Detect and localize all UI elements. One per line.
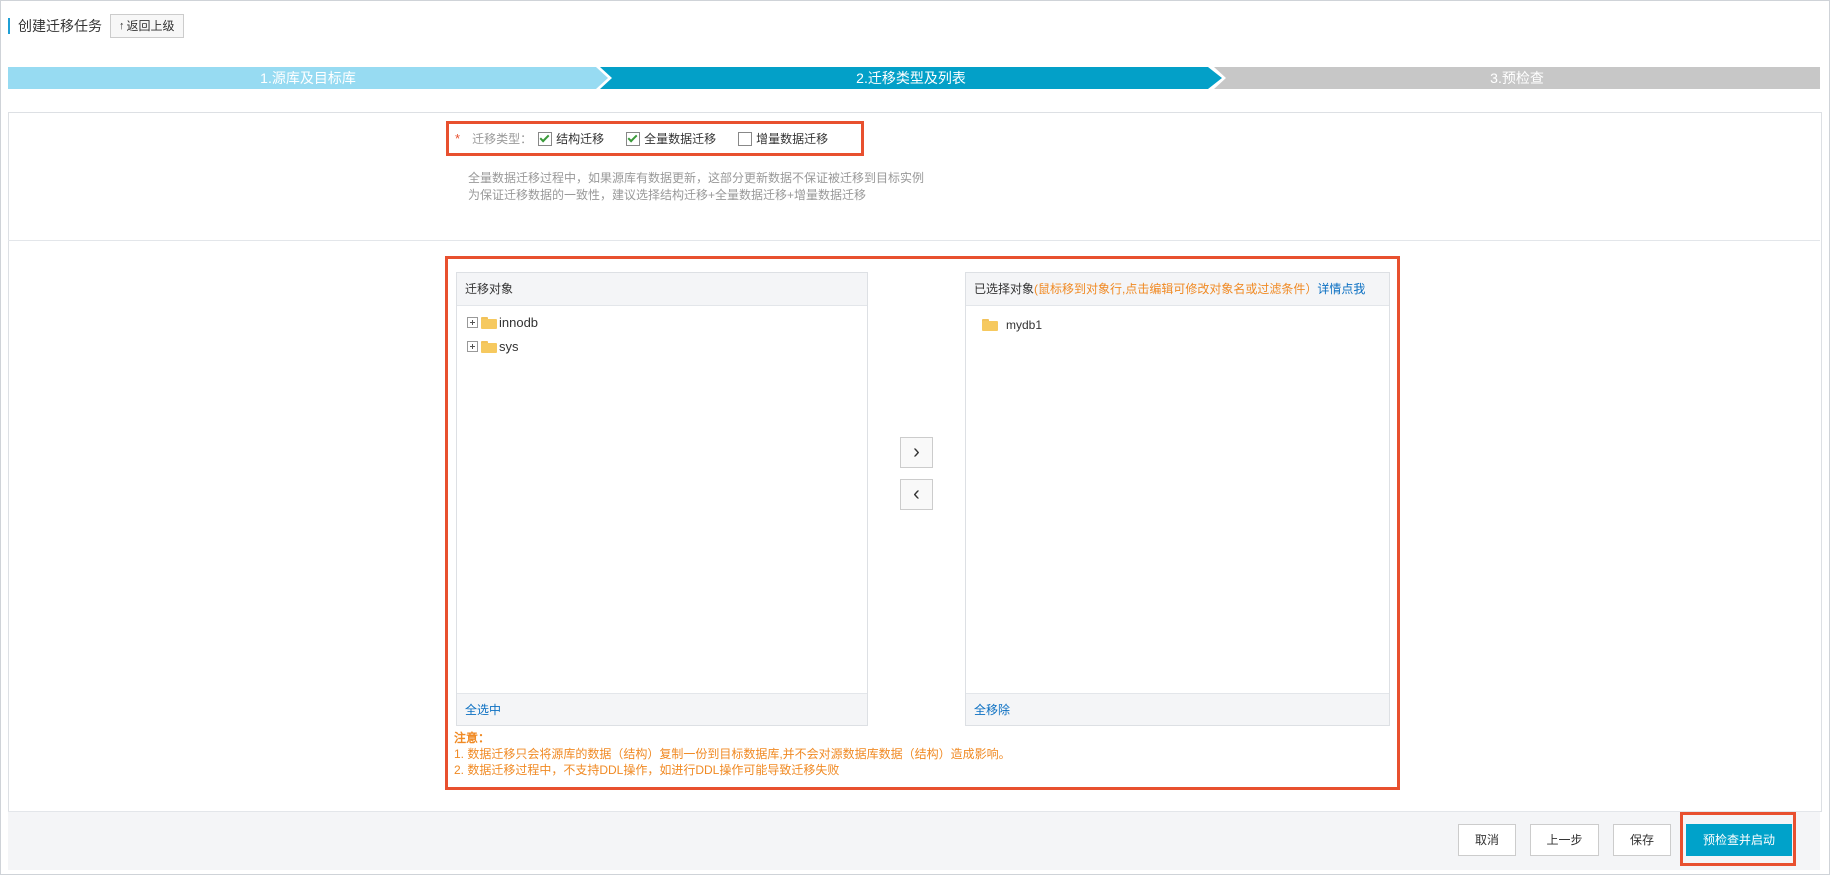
add-to-selected-button[interactable]: › xyxy=(900,437,933,468)
precheck-start-button[interactable]: 预检查并启动 xyxy=(1686,824,1792,856)
expand-icon[interactable] xyxy=(467,341,478,352)
selected-item-mydb1[interactable]: mydb1 xyxy=(982,318,1042,332)
required-mark: * xyxy=(455,131,461,146)
migration-notes: 注意： 1. 数据迁移只会将源库的数据（结构）复制一份到目标数据库,并不会对源数… xyxy=(454,730,1011,778)
chevron-left-icon: ‹ xyxy=(913,483,920,505)
checkbox-full-data-migration[interactable]: 全量数据迁移 xyxy=(626,130,716,147)
tree-item-label: sys xyxy=(499,339,519,354)
source-list-title: 迁移对象 xyxy=(457,273,867,306)
description-line: 为保证迁移数据的一致性，建议选择结构迁移+全量数据迁移+增量数据迁移 xyxy=(468,188,867,202)
step-migration-type: 2.迁移类型及列表 xyxy=(600,67,1222,89)
details-link[interactable]: 详情点我 xyxy=(1317,282,1365,296)
back-button[interactable]: ↑ 返回上级 xyxy=(110,14,184,38)
remove-all-link[interactable]: 全移除 xyxy=(966,693,1389,725)
folder-icon xyxy=(982,319,998,331)
migration-type-group: * 迁移类型： 结构迁移 全量数据迁移 增量数据迁移 xyxy=(446,121,864,156)
migration-type-description: 全量数据迁移过程中，如果源库有数据更新，这部分更新数据不保证被迁移到目标实例 为… xyxy=(468,170,924,204)
title-accent-bar xyxy=(8,18,10,34)
cancel-button[interactable]: 取消 xyxy=(1458,824,1516,856)
checkbox-label: 全量数据迁移 xyxy=(644,132,717,146)
migration-type-label: 迁移类型： xyxy=(472,132,533,146)
expand-icon[interactable] xyxy=(467,317,478,328)
page-title: 创建迁移任务 xyxy=(18,18,102,34)
arrow-up-icon: ↑ xyxy=(119,20,125,32)
checkbox-label: 结构迁移 xyxy=(556,132,605,146)
previous-step-button[interactable]: 上一步 xyxy=(1530,824,1599,856)
selected-list-header: 已选择对象(鼠标移到对象行,点击编辑可修改对象名或过滤条件）详情点我 xyxy=(966,273,1389,306)
note-line: 2. 数据迁移过程中，不支持DDL操作，如进行DDL操作可能导致迁移失败 xyxy=(454,763,840,777)
checkbox-label: 增量数据迁移 xyxy=(756,132,829,146)
note-line: 1. 数据迁移只会将源库的数据（结构）复制一份到目标数据库,并不会对源数据库数据… xyxy=(454,747,1011,761)
chevron-right-icon: › xyxy=(913,441,920,463)
notes-title: 注意： xyxy=(454,731,491,745)
selected-item-label: mydb1 xyxy=(1006,318,1043,332)
tree-item-sys[interactable]: sys xyxy=(467,339,519,354)
checkbox-incremental-migration[interactable]: 增量数据迁移 xyxy=(738,130,828,147)
folder-icon xyxy=(481,340,497,353)
checkbox-schema-migration[interactable]: 结构迁移 xyxy=(538,130,604,147)
header: 创建迁移任务 ↑ 返回上级 xyxy=(8,14,184,38)
tree-item-innodb[interactable]: innodb xyxy=(467,315,538,330)
section-divider xyxy=(8,240,1820,241)
save-button[interactable]: 保存 xyxy=(1613,824,1671,856)
source-object-list: 迁移对象 innodb sys 全选中 xyxy=(456,272,868,726)
back-button-label: 返回上级 xyxy=(126,19,175,33)
selected-list-hint: (鼠标移到对象行,点击编辑可修改对象名或过滤条件） xyxy=(1034,282,1318,296)
selected-object-list: 已选择对象(鼠标移到对象行,点击编辑可修改对象名或过滤条件）详情点我 mydb1… xyxy=(965,272,1390,726)
checkbox-checked-icon[interactable] xyxy=(538,131,553,146)
step-source-target: 1.源库及目标库 xyxy=(8,67,608,89)
select-all-link[interactable]: 全选中 xyxy=(457,693,867,725)
selected-list-title: 已选择对象 xyxy=(974,282,1035,296)
progress-steps: 1.源库及目标库 2.迁移类型及列表 3.预检查 xyxy=(8,67,1820,89)
folder-icon xyxy=(481,316,497,329)
checkbox-checked-icon[interactable] xyxy=(626,131,641,146)
step-precheck: 3.预检查 xyxy=(1214,67,1820,89)
description-line: 全量数据迁移过程中，如果源库有数据更新，这部分更新数据不保证被迁移到目标实例 xyxy=(468,171,925,185)
remove-from-selected-button[interactable]: ‹ xyxy=(900,479,933,510)
checkbox-unchecked-icon[interactable] xyxy=(738,131,753,146)
tree-item-label: innodb xyxy=(499,315,539,330)
